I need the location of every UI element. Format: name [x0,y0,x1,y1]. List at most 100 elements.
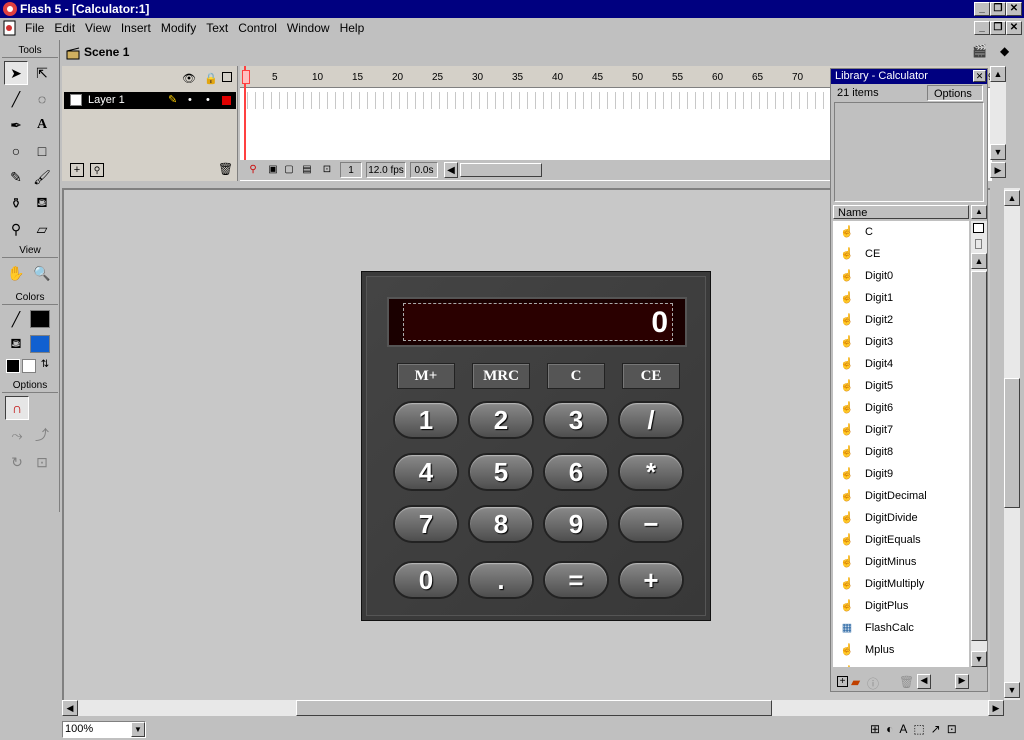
minimize-button[interactable]: _ [974,2,990,16]
lock-icon[interactable]: 🔒 [204,72,218,85]
library-item[interactable]: ▦ FlashCalc [833,617,969,639]
edit-scene-icon[interactable]: 🎬 [972,44,992,62]
library-item[interactable]: ☝ Digit0 [833,265,969,287]
hand-tool-icon[interactable]: ✋ [4,261,28,285]
fill-color-icon[interactable]: ⛾ [4,332,28,356]
maximize-button[interactable]: ❐ [990,2,1006,16]
calc-key[interactable]: 6 [543,453,609,491]
library-close-icon[interactable]: ✕ [973,70,986,82]
stage-hscroll[interactable]: ◀ ▶ [62,700,1004,716]
library-options-button[interactable]: Options [927,85,983,101]
calc-key[interactable]: 5 [468,453,534,491]
new-folder-icon[interactable]: ▰ [851,675,860,689]
calc-key[interactable]: . [468,561,534,599]
layer-outline-color[interactable] [222,96,231,105]
stage-hscroll-thumb[interactable] [296,700,772,716]
oval-tool-icon[interactable]: ○ [4,139,28,163]
calc-key[interactable]: 1 [393,401,459,439]
zoom-select[interactable]: 100% ▼ [62,721,146,738]
properties-icon[interactable]: ⓘ [867,675,879,692]
playhead-handle[interactable] [242,70,250,84]
timeline-vscroll[interactable]: ▲ ▼ [990,66,1006,160]
stroke-color-swatch[interactable] [30,310,50,328]
doc-restore-button[interactable]: ❐ [990,21,1006,35]
calc-key[interactable]: 0 [393,561,459,599]
text-tool-icon[interactable]: A [30,113,54,137]
fill-color-swatch[interactable] [30,335,50,353]
pen-tool-icon[interactable]: ✒ [4,113,28,137]
timeline-scroll-left-icon[interactable]: ◀ [444,162,458,178]
menu-window[interactable]: Window [282,18,335,38]
outline-icon[interactable] [222,72,232,82]
doc-close-button[interactable]: ✕ [1006,21,1022,35]
library-item[interactable]: ☝ Mplus [833,639,969,661]
menu-insert[interactable]: Insert [116,18,156,38]
calc-key[interactable]: 7 [393,505,459,543]
close-button[interactable]: ✕ [1006,2,1022,16]
doc-minimize-button[interactable]: _ [974,21,990,35]
stroke-color-icon[interactable]: ╱ [4,307,28,331]
library-vscroll[interactable]: ▲ ▼ [971,221,987,667]
calculator-symbol[interactable]: 0 M+ MRC C CE 1 2 3/ 4 5 6 * 7 8 9− 0. = + [361,271,711,621]
library-item[interactable]: ☝ CE [833,243,969,265]
eye-icon[interactable]: 👁 [182,72,196,85]
menu-edit[interactable]: Edit [49,18,80,38]
subselect-tool-icon[interactable]: ⇱ [30,61,54,85]
calc-key[interactable]: = [543,561,609,599]
library-item[interactable]: ☝ DigitMinus [833,551,969,573]
stage-vscroll[interactable]: ▲ ▼ [1004,188,1020,700]
library-item[interactable]: ☝ Digit4 [833,353,969,375]
info-panel-icon[interactable]: ⊞ [870,722,886,736]
calc-key[interactable]: + [618,561,684,599]
arrow-tool-icon[interactable]: ➤ [4,61,28,85]
calc-key[interactable]: * [618,453,684,491]
delete-item-icon[interactable]: 🗑 [899,675,914,689]
library-scroll-left-icon[interactable]: ◀ [917,674,931,689]
character-panel-icon[interactable]: A [899,722,913,736]
delete-layer-icon[interactable]: 🗑 [218,162,233,176]
library-scroll-right-icon[interactable]: ▶ [955,674,969,689]
display-text-field[interactable]: 0 [403,303,673,341]
new-symbol-icon[interactable]: + [837,676,848,687]
library-item[interactable]: ☝ DigitEquals [833,529,969,551]
calc-key[interactable]: / [618,401,684,439]
rectangle-tool-icon[interactable]: □ [30,139,54,163]
eraser-icon[interactable]: ▱ [30,217,54,241]
zoom-dropdown-icon[interactable]: ▼ [131,722,145,737]
narrow-state-icon[interactable] [975,239,982,249]
straighten-icon[interactable]: ⤴ [30,423,54,447]
memory-key-mplus[interactable]: M+ [397,363,455,389]
layer-visible-dot[interactable]: • [188,92,192,109]
library-item[interactable]: ☝ Digit1 [833,287,969,309]
layer-row[interactable]: Layer 1 ✎ • • [64,92,236,109]
paint-bucket-icon[interactable]: ⛾ [30,191,54,215]
menu-help[interactable]: Help [335,18,370,38]
pencil-tool-icon[interactable]: ✎ [4,165,28,189]
library-item[interactable]: ☝ Digit5 [833,375,969,397]
calc-key[interactable]: 9 [543,505,609,543]
memory-key-c[interactable]: C [547,363,605,389]
edit-multiple-frames-icon[interactable]: ▤ [300,162,314,178]
memory-key-ce[interactable]: CE [622,363,680,389]
smooth-icon[interactable]: ⤳ [5,423,29,447]
library-item[interactable]: ☝ Digit3 [833,331,969,353]
library-item[interactable]: ☝ MRC [833,661,969,667]
add-guide-layer-icon[interactable]: ⚲ [90,163,104,177]
library-item[interactable]: ☝ DigitDivide [833,507,969,529]
library-scroll-down-icon[interactable]: ▼ [971,651,987,667]
menu-control[interactable]: Control [233,18,282,38]
library-item[interactable]: ☝ DigitDecimal [833,485,969,507]
document-icon[interactable] [2,20,18,36]
menu-file[interactable]: File [20,18,49,38]
library-item[interactable]: ☝ DigitMultiply [833,573,969,595]
library-scroll-up-icon[interactable]: ▲ [971,253,987,269]
wide-state-icon[interactable] [973,223,984,233]
calc-key[interactable]: 2 [468,401,534,439]
modify-onion-markers-icon[interactable]: ⊡ [320,162,334,178]
menu-text[interactable]: Text [201,18,233,38]
default-colors-icon[interactable] [6,359,20,373]
scroll-down-icon[interactable]: ▼ [990,144,1006,160]
scroll-up-icon[interactable]: ▲ [990,66,1006,82]
stage-scroll-up-icon[interactable]: ▲ [1004,190,1020,206]
library-name-column-header[interactable]: Name [833,205,969,219]
